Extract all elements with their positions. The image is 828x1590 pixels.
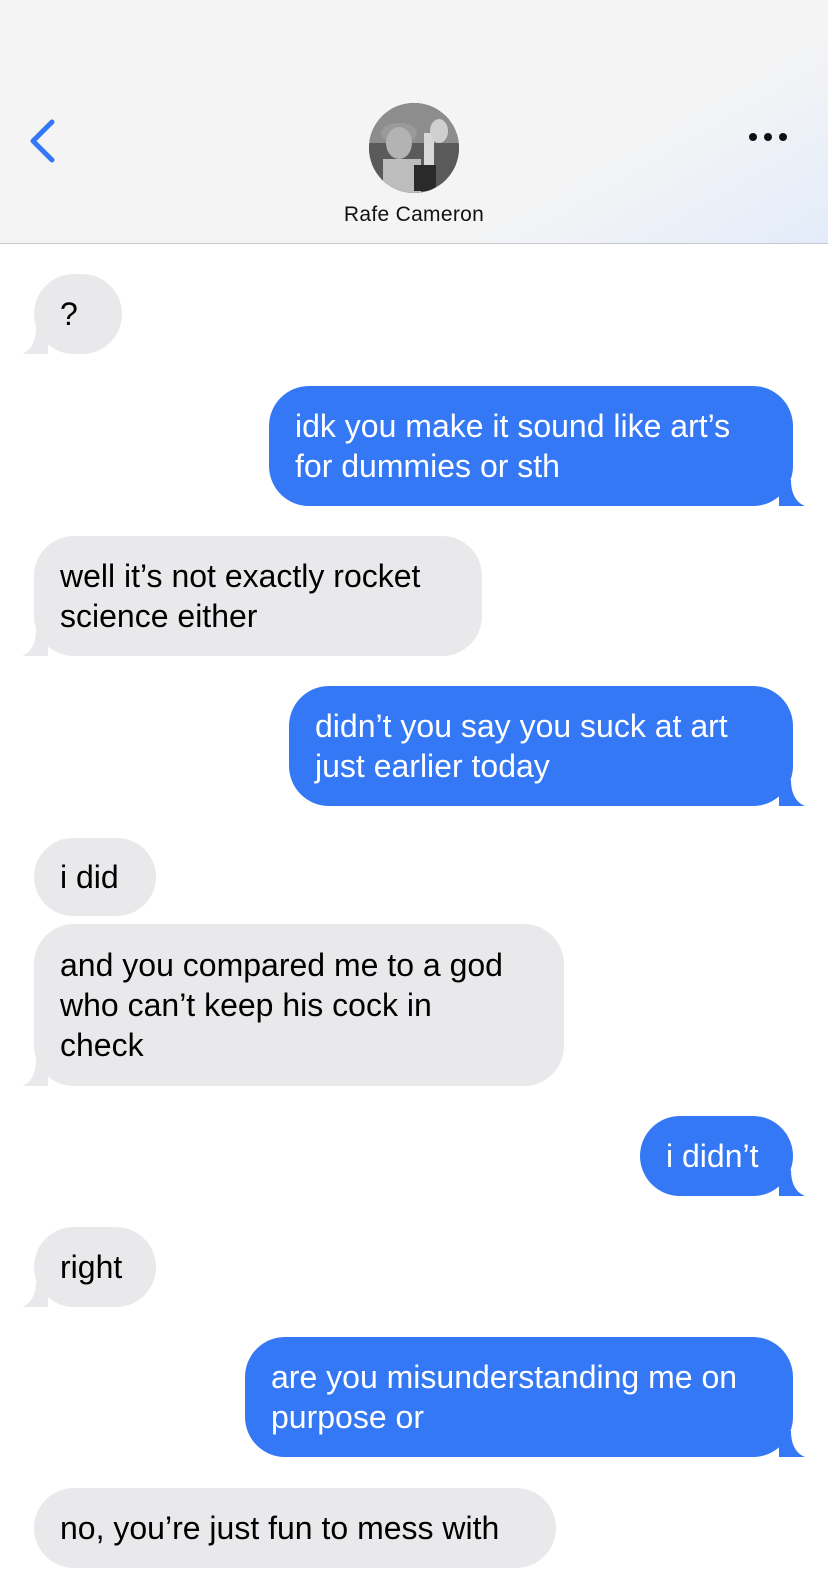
message-text-line: science either [60, 598, 258, 634]
more-options-button[interactable] [742, 122, 794, 152]
message-text-line: are you misunderstanding me on [271, 1359, 738, 1395]
message-sent[interactable]: are you misunderstanding me on purpose o… [245, 1337, 805, 1457]
message-text-line: for dummies or sth [295, 448, 560, 484]
avatar[interactable] [369, 103, 459, 193]
message-sent[interactable]: i didn’t [640, 1116, 805, 1196]
message-text-line: just earlier today [315, 748, 550, 784]
message-text-line: well it’s not exactly rocket [60, 558, 421, 594]
message-received[interactable]: right [22, 1227, 156, 1307]
bubble-tail [22, 630, 48, 656]
message-text-line: didn’t you say you suck at art [315, 708, 728, 744]
ellipsis-icon [749, 133, 787, 141]
message-text-line: purpose or [271, 1399, 424, 1435]
message-text: right [60, 1249, 123, 1285]
back-button[interactable] [22, 114, 62, 168]
bubble-tail [22, 1060, 48, 1086]
bubble-tail [779, 780, 805, 806]
contact-photo [369, 103, 459, 193]
bubble-tail [22, 1281, 48, 1307]
message-received[interactable]: no, you’re just fun to mess with [34, 1488, 556, 1568]
message-received[interactable]: i did [34, 838, 156, 916]
message-text-line: and you compared me to a god [60, 947, 503, 983]
message-sent[interactable]: idk you make it sound like art’s for dum… [269, 386, 805, 506]
bubble-tail [779, 1431, 805, 1457]
bubble-tail [779, 1170, 805, 1196]
message-text: no, you’re just fun to mess with [60, 1510, 500, 1546]
message-received[interactable]: ? [22, 274, 122, 354]
message-text: i didn’t [666, 1138, 759, 1174]
conversation-header: Rafe Cameron [0, 0, 828, 244]
message-text-line: idk you make it sound like art’s [295, 408, 731, 444]
message-received[interactable]: and you compared me to a god who can’t k… [22, 924, 564, 1086]
message-received[interactable]: well it’s not exactly rocket science eit… [22, 536, 482, 656]
message-text-line: who can’t keep his cock in [60, 987, 432, 1023]
bubble-tail [779, 480, 805, 506]
contact-name[interactable]: Rafe Cameron [0, 203, 828, 227]
chevron-left-icon [30, 119, 55, 163]
message-text-line: check [60, 1027, 144, 1063]
bubble-tail [22, 328, 48, 354]
message-text: ? [60, 296, 78, 332]
message-sent[interactable]: didn’t you say you suck at art just earl… [289, 686, 805, 806]
message-text: i did [60, 859, 119, 895]
